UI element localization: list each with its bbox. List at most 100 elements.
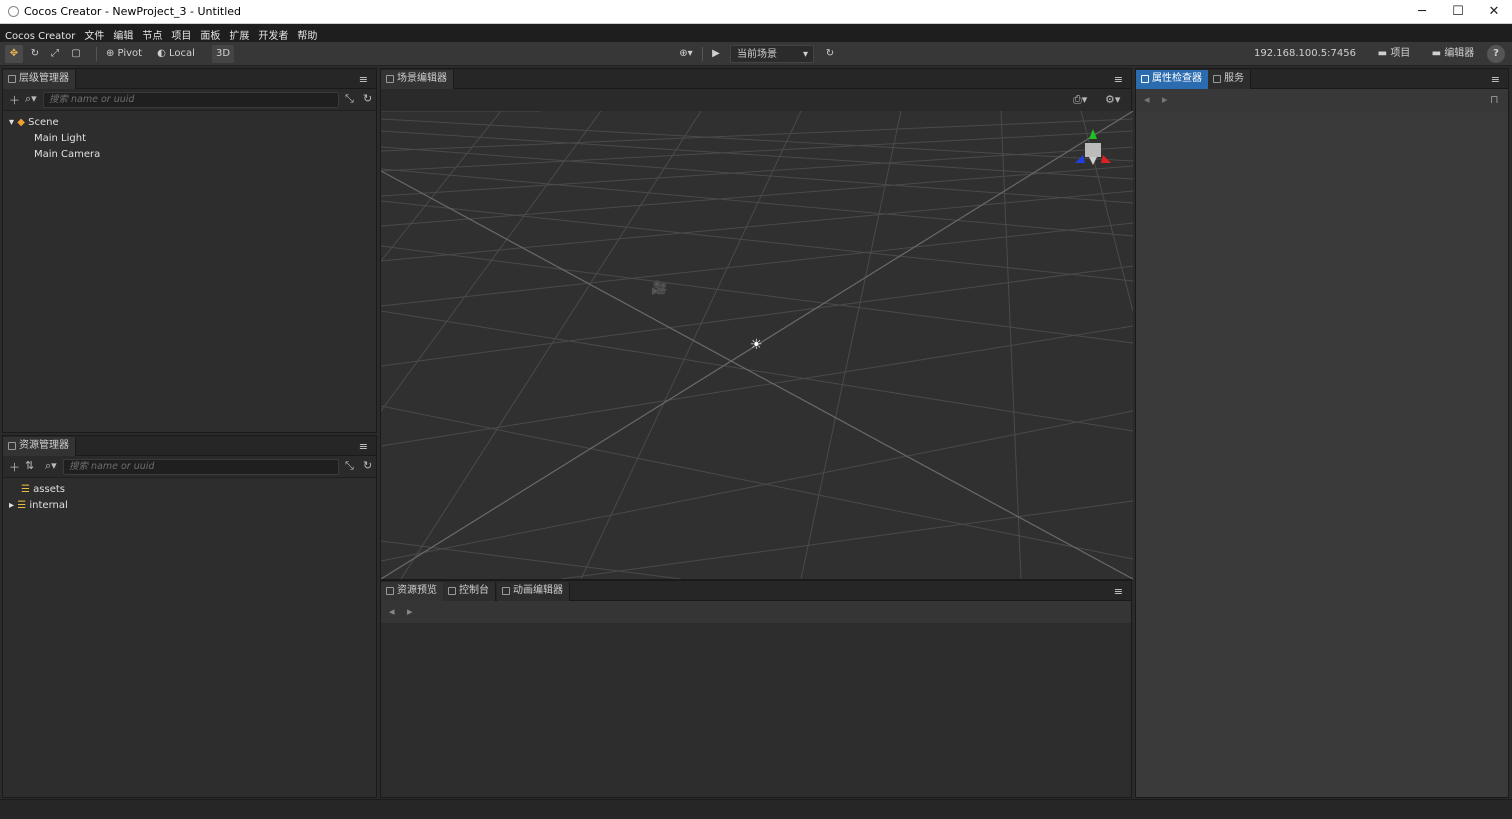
tab-assets[interactable]: 资源管理器	[3, 437, 76, 456]
database-icon: ☰	[17, 500, 27, 511]
scene-select[interactable]: 当前场景 ▾	[730, 45, 814, 63]
refresh-icon[interactable]: ↻	[363, 92, 372, 105]
menu-node[interactable]: 节点	[137, 24, 166, 42]
tab-scene-editor[interactable]: 场景编辑器	[381, 70, 454, 89]
bottom-tabbar: 资源预览 控制台 动画编辑器 ≡	[381, 581, 1131, 601]
lock-icon[interactable]: ⊓	[1490, 93, 1499, 106]
tree-node-main-camera[interactable]: Main Camera	[34, 147, 100, 163]
scene-editor-panel: 场景编辑器 ≡ ⎙▾ ⚙▾ 🎥 ☀	[380, 68, 1133, 580]
panel-menu-icon[interactable]: ≡	[1114, 73, 1123, 86]
animation-icon	[502, 587, 510, 595]
tab-services[interactable]: 服务	[1208, 70, 1251, 89]
folder-icon: ▬	[1377, 48, 1388, 59]
add-icon[interactable]: ＋	[9, 459, 20, 475]
scene-icon	[386, 75, 394, 83]
pivot-icon: ⊕	[105, 48, 115, 59]
tab-asset-preview[interactable]: 资源预览	[381, 582, 444, 601]
preview-nav: ◂ ▸	[381, 601, 1131, 623]
search-icon[interactable]: ⌕▾	[45, 459, 57, 473]
hierarchy-search-input[interactable]: 搜索 name or uuid	[43, 92, 339, 108]
menu-panel[interactable]: 面板	[195, 24, 224, 42]
search-icon[interactable]: ⌕▾	[25, 92, 37, 106]
play-button[interactable]: ▶	[708, 45, 724, 63]
menu-file[interactable]: 文件	[79, 24, 108, 42]
menu-cocos-creator[interactable]: Cocos Creator	[0, 28, 79, 42]
camera-gizmo-icon[interactable]: 🎥	[651, 281, 667, 296]
chevron-down-icon: ▾	[802, 49, 808, 60]
assets-tabbar: 资源管理器 ≡	[3, 436, 376, 456]
database-icon: ☰	[21, 484, 30, 495]
gear-icon[interactable]: ⚙▾	[1105, 93, 1120, 106]
menu-edit[interactable]: 编辑	[108, 24, 137, 42]
ip-address[interactable]: 192.168.100.5:7456 ≋	[1254, 45, 1364, 77]
tab-inspector[interactable]: 属性检查器	[1136, 70, 1209, 89]
project-button[interactable]: ▬ 项目	[1374, 45, 1414, 63]
mode-3d-button[interactable]: 3D	[212, 45, 234, 63]
forward-arrow-icon[interactable]: ▸	[1162, 93, 1168, 106]
add-icon[interactable]: ＋	[9, 92, 20, 108]
assets-search-input[interactable]: 搜索 name or uuid	[63, 459, 339, 475]
camera-settings-icon[interactable]: ⎙▾	[1073, 93, 1087, 107]
caret-right-icon: ▸	[9, 500, 15, 511]
menu-help[interactable]: 帮助	[292, 24, 321, 42]
refresh-icon[interactable]: ↻	[363, 459, 372, 472]
panel-menu-icon[interactable]: ≡	[1491, 73, 1500, 86]
menu-bar: Cocos Creator 文件 编辑 节点 项目 面板 扩展 开发者 帮助	[0, 24, 1512, 42]
scene-fire-icon: ◆	[17, 117, 25, 128]
platform-globe-icon[interactable]: ⊕▾	[674, 45, 698, 63]
tab-scene-label: 场景编辑器	[397, 73, 447, 84]
assets-search-row: ＋ ⇅ ⌕▾ 搜索 name or uuid ⤡ ↻	[3, 456, 376, 478]
tab-animation-editor[interactable]: 动画编辑器	[497, 582, 570, 601]
move-tool-icon[interactable]: ✥	[5, 45, 23, 63]
tree-node-scene[interactable]: ▾ ◆ Scene	[9, 115, 59, 131]
forward-arrow-icon[interactable]: ▸	[407, 605, 413, 618]
help-button[interactable]: ?	[1487, 45, 1505, 63]
tab-hierarchy-label: 层级管理器	[19, 73, 69, 84]
inspector-icon	[1141, 75, 1149, 83]
panel-menu-icon[interactable]: ≡	[359, 73, 368, 86]
editor-button[interactable]: ▬ 编辑器	[1428, 45, 1478, 63]
tab-services-label: 服务	[1224, 73, 1244, 84]
panel-menu-icon[interactable]: ≡	[1114, 585, 1123, 598]
menu-project[interactable]: 项目	[166, 24, 195, 42]
sort-icon[interactable]: ⇅	[25, 459, 34, 472]
folder-icon	[386, 587, 394, 595]
pivot-label: Pivot	[117, 48, 143, 59]
inspector-nav: ◂ ▸ ⊓	[1136, 89, 1508, 111]
panel-menu-icon[interactable]: ≡	[359, 440, 368, 453]
local-label: Local	[169, 48, 195, 59]
rotate-tool-icon[interactable]: ↻	[27, 45, 43, 63]
asset-item-internal[interactable]: ▸ ☰ internal	[9, 498, 68, 514]
axis-gizmo-icon[interactable]	[1069, 125, 1117, 173]
collapse-icon[interactable]: ⤡	[345, 459, 354, 473]
folder-icon	[8, 442, 16, 450]
minimize-button[interactable]: ─	[1404, 0, 1440, 24]
scene-viewport[interactable]: 🎥 ☀	[381, 111, 1133, 579]
tree-node-main-light[interactable]: Main Light	[34, 131, 86, 147]
window-title-bar: Cocos Creator - NewProject_3 - Untitled …	[0, 0, 1512, 24]
refresh-icon[interactable]: ↻	[822, 45, 838, 63]
scale-tool-icon[interactable]: ⤢	[47, 45, 63, 63]
close-button[interactable]: ✕	[1476, 0, 1512, 24]
scene-label: Scene	[28, 117, 59, 128]
local-button[interactable]: ◐ Local	[155, 45, 197, 63]
scene-subtoolbar: ⎙▾ ⚙▾	[381, 89, 1131, 111]
pivot-button[interactable]: ⊕ Pivot	[104, 45, 144, 63]
folder-icon: ▬	[1431, 48, 1442, 59]
tab-hierarchy[interactable]: 层级管理器	[3, 70, 76, 89]
maximize-button[interactable]: ☐	[1440, 0, 1476, 24]
scene-tabbar: 场景编辑器 ≡	[381, 69, 1131, 89]
asset-item-assets[interactable]: ☰ assets	[21, 482, 65, 498]
collapse-icon[interactable]: ⤡	[345, 92, 354, 106]
tab-console[interactable]: 控制台	[443, 582, 496, 601]
hierarchy-tabbar: 层级管理器 ≡	[3, 69, 376, 89]
light-gizmo-icon[interactable]: ☀	[750, 337, 763, 353]
back-arrow-icon[interactable]: ◂	[1144, 93, 1150, 106]
main-toolbar: ✥ ↻ ⤢ ▢ ⊕ Pivot ◐ Local 3D ⊕▾ ▶ 当前场景 ▾ ↻…	[0, 42, 1512, 77]
assets-panel: 资源管理器 ≡ ＋ ⇅ ⌕▾ 搜索 name or uuid ⤡ ↻ ☰ ass…	[2, 435, 377, 798]
menu-developer[interactable]: 开发者	[253, 24, 292, 42]
window-title: Cocos Creator - NewProject_3 - Untitled	[24, 5, 242, 18]
rect-tool-icon[interactable]: ▢	[68, 45, 84, 63]
back-arrow-icon[interactable]: ◂	[389, 605, 395, 618]
menu-extension[interactable]: 扩展	[224, 24, 253, 42]
